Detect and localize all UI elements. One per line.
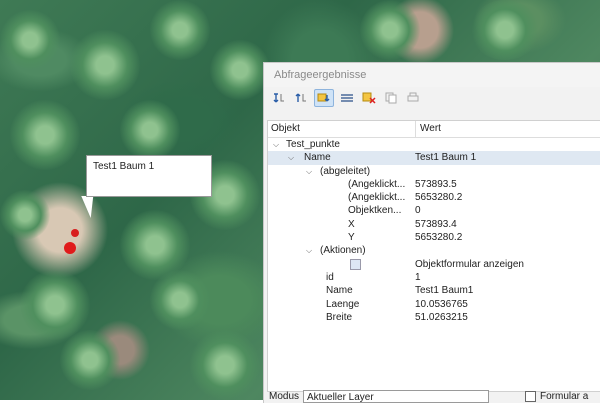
- chevron-down-icon[interactable]: ⌵: [306, 244, 312, 257]
- point-marker[interactable]: [71, 229, 79, 237]
- tree-crown: [0, 190, 50, 240]
- row-value: 5653280.2: [415, 232, 463, 244]
- tree-crown: [150, 0, 210, 60]
- collapse-icon[interactable]: [292, 90, 310, 106]
- results-toolbar: [264, 87, 600, 109]
- tree-row[interactable]: Name Test1 Baum1: [268, 284, 600, 297]
- tree-header: Objekt Wert: [268, 121, 600, 138]
- row-value: 573893.4: [415, 218, 457, 230]
- tree-row[interactable]: (Angeklickt... 573893.5: [268, 178, 600, 191]
- action-text[interactable]: Objektformular anzeigen: [415, 258, 524, 271]
- tree-crown: [20, 270, 90, 340]
- derived-label: (abgeleitet): [320, 165, 371, 177]
- clear-icon[interactable]: [360, 90, 378, 106]
- row-key: X: [348, 218, 355, 230]
- mode-bar: Modus Aktueller Layer Formular a: [264, 389, 588, 403]
- tree-crown: [60, 330, 120, 390]
- actions-label: (Aktionen): [320, 245, 366, 257]
- tree-row[interactable]: X 573893.4: [268, 218, 600, 231]
- tree-row-derived[interactable]: ⌵ (abgeleitet): [268, 165, 600, 178]
- row-value: 1: [415, 271, 421, 283]
- layer-name: Test_punkte: [286, 139, 340, 150]
- row-key: Laenge: [326, 298, 360, 310]
- callout-text: Test1 Baum 1: [93, 161, 155, 172]
- column-header-object[interactable]: Objekt: [268, 121, 416, 137]
- tree-row-action[interactable]: Objektformular anzeigen: [268, 258, 600, 271]
- tree-row[interactable]: Objektken... 0: [268, 204, 600, 217]
- tree-row[interactable]: id 1: [268, 271, 600, 284]
- expand-new-icon[interactable]: [314, 89, 334, 107]
- print-icon[interactable]: [404, 90, 422, 106]
- chevron-down-icon[interactable]: ⌵: [288, 151, 294, 164]
- row-key: Y: [348, 232, 355, 244]
- row-value: Test1 Baum1: [415, 285, 474, 297]
- tree-row[interactable]: (Angeklickt... 5653280.2: [268, 191, 600, 204]
- row-key: Objektken...: [348, 205, 402, 217]
- tree-crown: [210, 40, 270, 100]
- tree-crown: [0, 10, 60, 70]
- row-key: (Angeklickt...: [348, 178, 406, 190]
- row-value: 0: [415, 205, 421, 217]
- deselect-icon[interactable]: [338, 90, 356, 106]
- tree-row-feature[interactable]: ⌵ Name Test1 Baum 1: [268, 151, 600, 165]
- query-results-panel: Abfrageergebnisse Objekt Wert ⌵ Test_pun…: [263, 62, 600, 403]
- tree-row-actions[interactable]: ⌵ (Aktionen): [268, 244, 600, 257]
- chevron-down-icon[interactable]: ⌵: [306, 165, 312, 178]
- callout-tail: [81, 196, 99, 218]
- panel-title: Abfrageergebnisse: [264, 63, 600, 87]
- row-value: 573893.5: [415, 178, 457, 190]
- copy-icon[interactable]: [382, 90, 400, 106]
- row-value: 10.0536765: [415, 298, 468, 310]
- tree-row[interactable]: Breite 51.0263215: [268, 311, 600, 324]
- tree-crown: [190, 330, 260, 400]
- tree-row-layer[interactable]: ⌵ Test_punkte: [268, 138, 600, 151]
- feature-value: Test1 Baum 1: [415, 152, 477, 164]
- mode-select[interactable]: Aktueller Layer: [303, 389, 489, 403]
- row-key: Name: [326, 285, 353, 297]
- tree-crown: [360, 0, 420, 60]
- row-value: 51.0263215: [415, 311, 468, 323]
- tree-crown: [120, 100, 180, 160]
- tree-row[interactable]: Laenge 10.0536765: [268, 298, 600, 311]
- point-marker-selected[interactable]: [64, 242, 76, 254]
- form-icon: [350, 258, 361, 270]
- chevron-down-icon[interactable]: ⌵: [273, 138, 279, 151]
- expand-icon[interactable]: [270, 90, 288, 106]
- row-key: Breite: [326, 311, 353, 323]
- row-value: 5653280.2: [415, 192, 463, 204]
- tree-crown: [470, 0, 540, 60]
- tree-row[interactable]: Y 5653280.2: [268, 231, 600, 244]
- tree-crown: [70, 30, 140, 100]
- column-header-value[interactable]: Wert: [416, 121, 441, 137]
- results-tree[interactable]: Objekt Wert ⌵ Test_punkte ⌵ Name Test1 B…: [267, 120, 600, 392]
- row-key: id: [326, 271, 334, 283]
- tree-crown: [10, 100, 80, 170]
- map-tip-callout: Test1 Baum 1: [86, 155, 212, 197]
- row-key: (Angeklickt...: [348, 192, 406, 204]
- feature-key: Name: [304, 152, 331, 164]
- tree-crown: [150, 270, 210, 330]
